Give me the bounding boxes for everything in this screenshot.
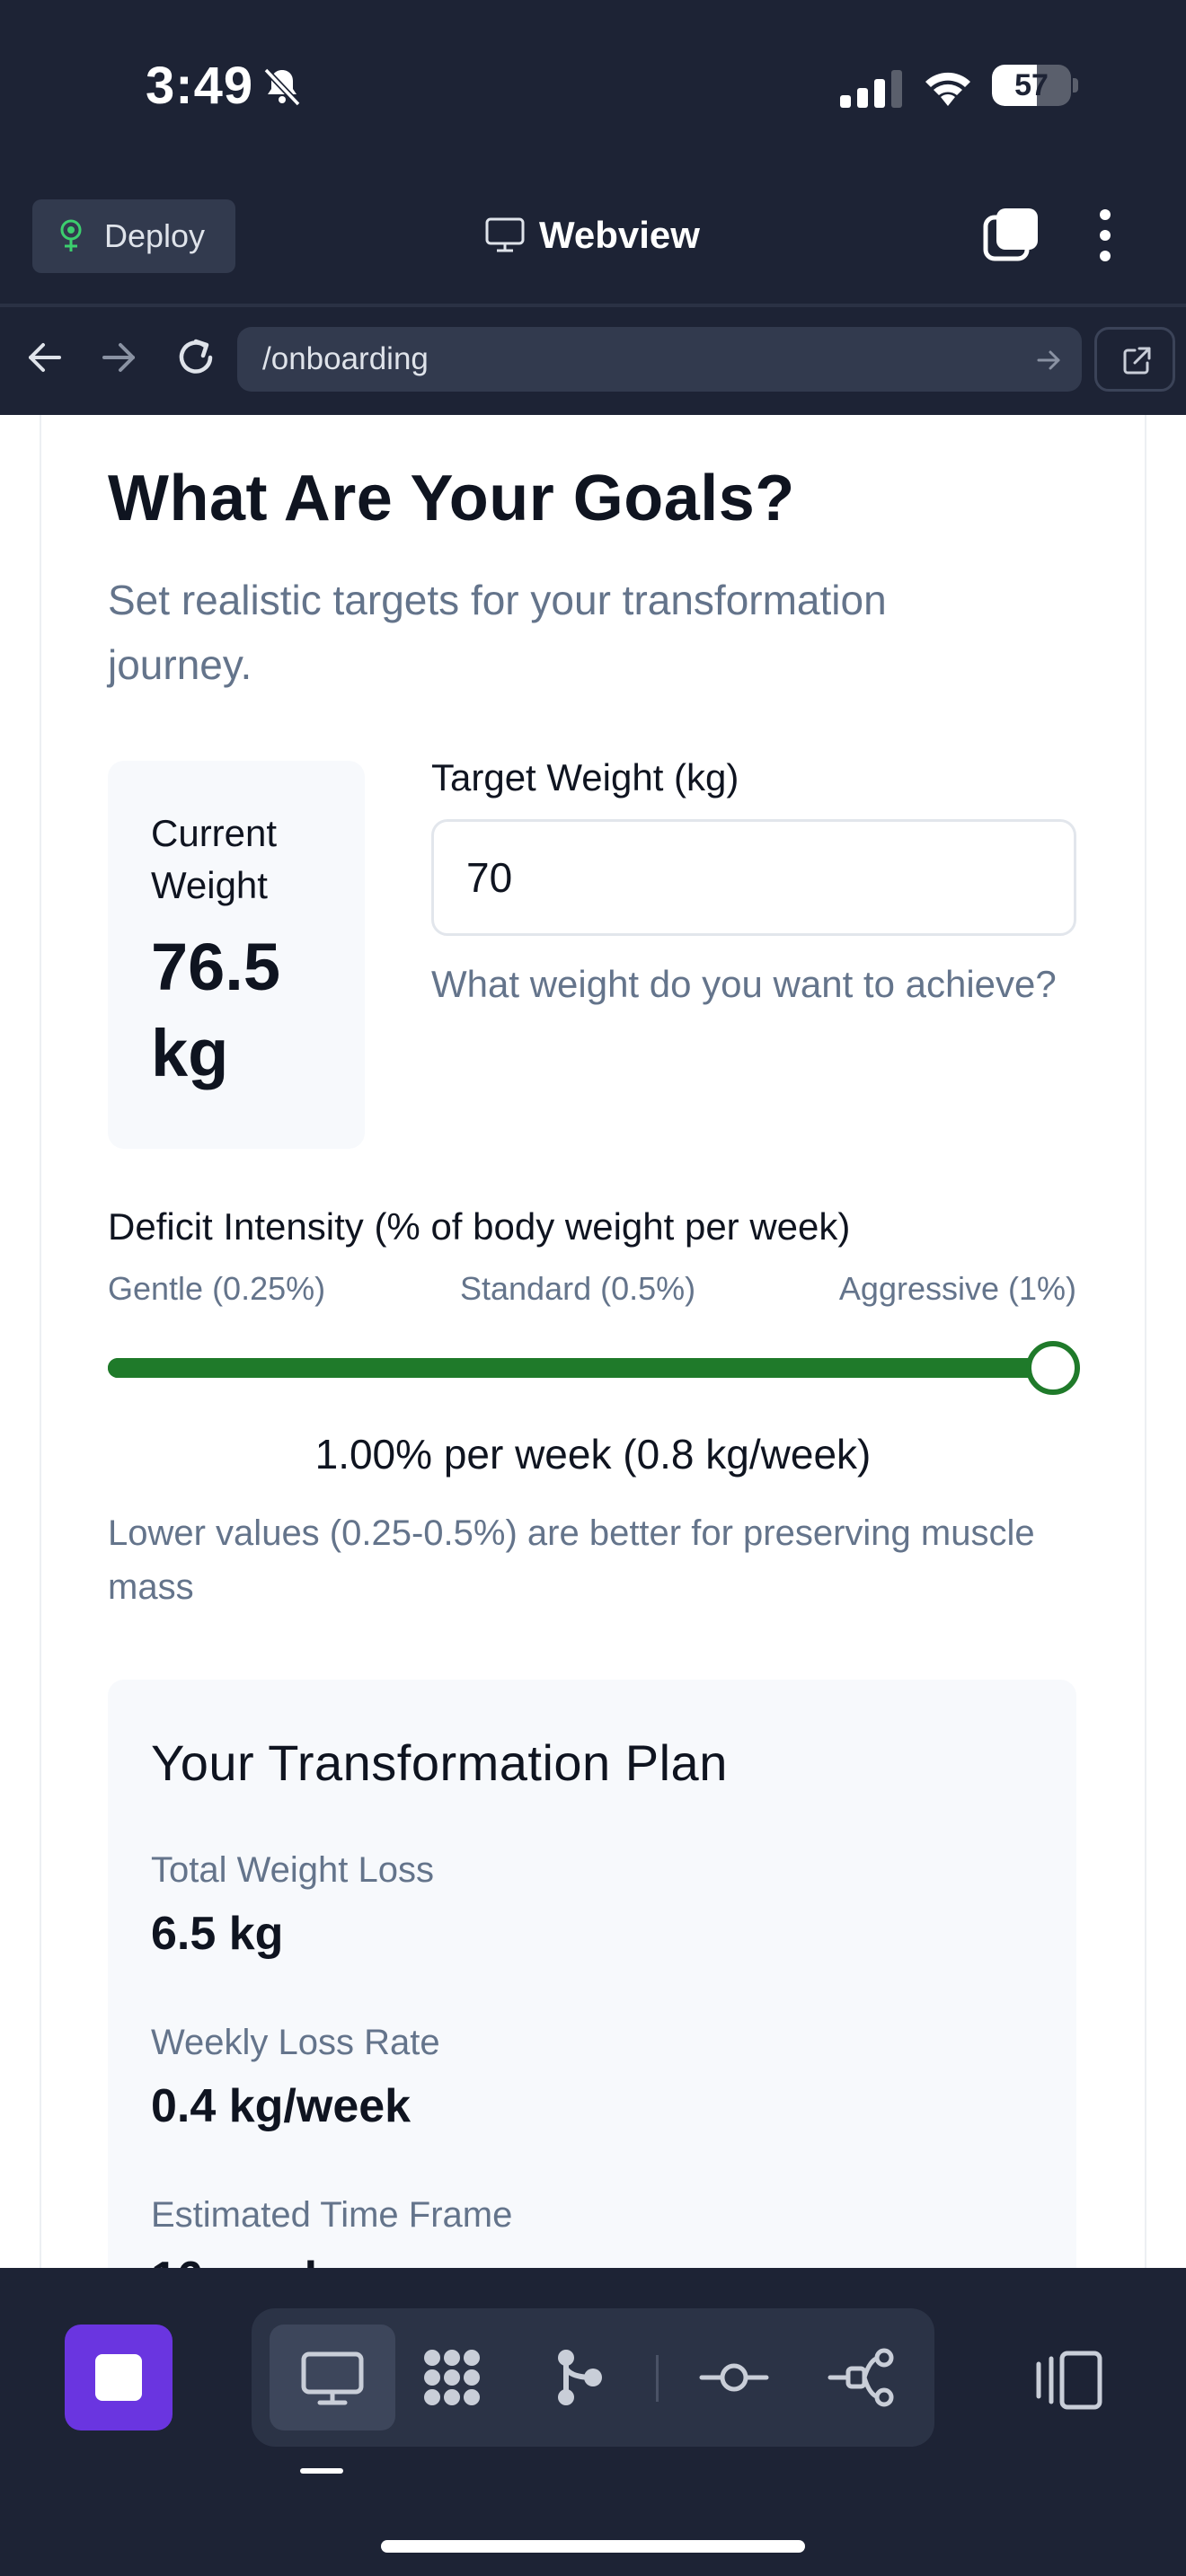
deploy-tree-icon	[60, 219, 82, 251]
transformation-plan-card: Your Transformation Plan Total Weight Lo…	[108, 1680, 1076, 2268]
stop-button[interactable]	[65, 2325, 173, 2430]
url-text[interactable]: /onboarding	[262, 341, 429, 377]
target-weight-label: Target Weight (kg)	[431, 756, 739, 798]
stat-label: Total Weight Loss	[151, 1850, 434, 1890]
monitor-icon	[485, 217, 525, 252]
external-link-icon	[1123, 347, 1151, 375]
reload-icon[interactable]	[173, 334, 219, 381]
grid-dots-icon[interactable]	[416, 2342, 488, 2413]
url-bar[interactable]: /onboarding	[237, 327, 1082, 392]
deficit-tick-labels: Gentle (0.25%) Standard (0.5%) Aggressiv…	[108, 1270, 1076, 1315]
stat-weekly-loss-rate: Weekly Loss Rate 0.4 kg/week	[151, 2023, 440, 2133]
header-divider	[0, 304, 1186, 307]
stat-label: Estimated Time Frame	[151, 2195, 513, 2235]
back-arrow-icon[interactable]	[25, 338, 65, 377]
status-time: 3:49	[146, 57, 254, 115]
current-weight-card: Current Weight 76.5 kg	[108, 761, 365, 1149]
status-bar: 3:49 57	[0, 0, 1186, 180]
deficit-note: Lower values (0.25-0.5%) are better for …	[108, 1513, 1035, 1607]
stat-label: Weekly Loss Rate	[151, 2023, 440, 2062]
monitor-icon[interactable]	[296, 2342, 368, 2413]
stat-value: 6.5 kg	[151, 1908, 284, 1960]
deploy-label: Deploy	[104, 217, 206, 254]
wifi-icon	[925, 72, 970, 106]
webview-page: What Are Your Goals? Set realistic targe…	[0, 415, 1186, 2268]
cellular-signal-icon	[840, 70, 902, 108]
current-weight-label: Current Weight	[151, 812, 278, 906]
current-weight-value: 76.5 kg	[151, 930, 281, 1090]
tick-gentle: Gentle (0.25%)	[108, 1270, 326, 1307]
battery-level: 57	[1014, 68, 1049, 102]
stop-icon	[95, 2354, 142, 2401]
plan-title: Your Transformation Plan	[151, 1734, 728, 1791]
branch-icon[interactable]	[544, 2342, 616, 2413]
battery-icon: 57	[992, 65, 1078, 106]
deploy-button[interactable]: Deploy	[32, 199, 235, 273]
bell-muted-icon	[263, 67, 301, 107]
page-subtitle: Set realistic targets for your transform…	[108, 577, 887, 688]
tick-standard: Standard (0.5%)	[460, 1270, 696, 1307]
toolbar-separator	[656, 2355, 659, 2402]
deficit-slider-thumb[interactable]	[1026, 1341, 1080, 1395]
deficit-slider-fill	[108, 1358, 1053, 1378]
stat-estimated-time-frame: Estimated Time Frame 16 weeks	[151, 2195, 512, 2268]
deficit-intensity-label: Deficit Intensity (% of body weight per …	[108, 1205, 851, 1248]
go-arrow-icon[interactable]	[1035, 347, 1062, 374]
page-title: What Are Your Goals?	[108, 463, 795, 534]
stat-value: 16 weeks	[151, 2252, 512, 2268]
git-graph-icon[interactable]	[827, 2342, 898, 2413]
more-options-icon[interactable]	[1087, 207, 1123, 264]
webview-title-text: Webview	[539, 214, 700, 256]
target-weight-hint: What weight do you want to achieve?	[431, 963, 1057, 1005]
split-view-icon[interactable]	[1033, 2344, 1105, 2416]
app-root: 3:49 57 Deploy Webview /onboarding What …	[0, 0, 1186, 2576]
open-external-button[interactable]	[1094, 327, 1175, 392]
home-indicator	[381, 2540, 805, 2553]
tick-aggressive: Aggressive (1%)	[838, 1270, 1076, 1307]
tabs-icon[interactable]	[982, 207, 1040, 264]
webview-title: Webview	[485, 208, 700, 262]
target-weight-input[interactable]	[431, 819, 1076, 936]
active-tab-indicator	[300, 2468, 343, 2474]
deficit-slider-track[interactable]	[108, 1358, 1053, 1378]
deficit-value-text: 1.00% per week (0.8 kg/week)	[314, 1431, 872, 1478]
commit-icon[interactable]	[698, 2342, 770, 2413]
forward-arrow-icon[interactable]	[99, 338, 138, 377]
stat-value: 0.4 kg/week	[151, 2080, 412, 2132]
view-mode-group	[252, 2308, 934, 2447]
stat-total-weight-loss: Total Weight Loss 6.5 kg	[151, 1850, 434, 1961]
